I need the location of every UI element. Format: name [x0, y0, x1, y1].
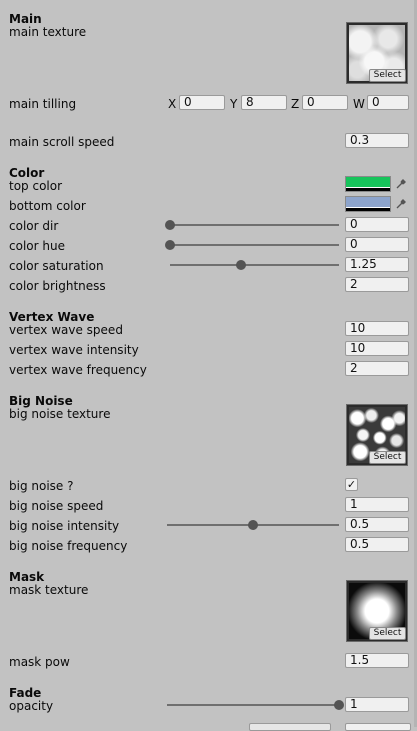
big-noise-texture-select-button[interactable]: Select — [369, 451, 406, 464]
color-hue-label: color hue — [9, 239, 65, 253]
opacity-slider-track[interactable] — [167, 704, 339, 706]
color-hue-slider-track[interactable] — [170, 244, 339, 246]
big-noise-speed-field[interactable]: 1 — [345, 497, 409, 512]
opacity-label: opacity — [9, 699, 54, 713]
top-color-label: top color — [9, 179, 63, 193]
big-noise-toggle-label: big noise ? — [9, 479, 74, 493]
vertex-wave-intensity-label: vertex wave intensity — [9, 343, 139, 357]
checkmark-icon: ✓ — [346, 478, 357, 491]
bottom-color-alpha-bar — [346, 208, 390, 211]
vertex-wave-frequency-label: vertex wave frequency — [9, 363, 147, 377]
vertex-wave-speed-field[interactable]: 10 — [345, 321, 409, 336]
top-color-fill — [346, 177, 390, 187]
main-section-header: Main — [9, 12, 42, 26]
eyedropper-icon[interactable] — [393, 176, 409, 192]
bottom-color-swatch[interactable] — [345, 196, 391, 212]
color-saturation-slider-thumb[interactable] — [235, 260, 246, 270]
tilling-w-axis-label: W — [353, 97, 365, 111]
main-scroll-speed-field[interactable]: 0.3 — [345, 133, 409, 148]
mask-section-header: Mask — [9, 570, 45, 584]
bottom-color-fill — [346, 197, 390, 207]
color-dir-label: color dir — [9, 219, 59, 233]
big-noise-texture-label: big noise texture — [9, 407, 111, 421]
fade-section-header: Fade — [9, 686, 42, 700]
big-noise-frequency-field[interactable]: 0.5 — [345, 537, 409, 552]
mask-texture-label: mask texture — [9, 583, 89, 597]
big-noise-intensity-slider-thumb[interactable] — [248, 520, 258, 530]
color-hue-field[interactable]: 0 — [345, 237, 409, 252]
mask-pow-field[interactable]: 1.5 — [345, 653, 409, 668]
tilling-x-axis-label: X — [168, 97, 177, 111]
eyedropper-icon[interactable] — [393, 196, 409, 212]
next-row-field[interactable] — [345, 723, 411, 731]
main-tilling-label: main tilling — [9, 97, 77, 111]
tilling-x-field[interactable]: 0 — [179, 95, 225, 110]
vertex-wave-section-header: Vertex Wave — [9, 310, 95, 324]
opacity-slider-thumb[interactable] — [334, 700, 344, 710]
vertex-wave-speed-label: vertex wave speed — [9, 323, 123, 337]
opacity-field[interactable]: 1 — [345, 697, 409, 712]
mask-texture-slot[interactable]: Select — [346, 580, 408, 642]
big-noise-section-header: Big Noise — [9, 394, 73, 408]
color-brightness-field[interactable]: 2 — [345, 277, 409, 292]
big-noise-speed-label: big noise speed — [9, 499, 104, 513]
tilling-y-axis-label: Y — [230, 97, 238, 111]
big-noise-frequency-label: big noise frequency — [9, 539, 128, 553]
main-texture-select-button[interactable]: Select — [369, 69, 406, 82]
color-saturation-label: color saturation — [9, 259, 104, 273]
color-saturation-slider-track[interactable] — [170, 264, 339, 266]
main-scroll-speed-label: main scroll speed — [9, 135, 115, 149]
color-brightness-label: color brightness — [9, 279, 106, 293]
tilling-y-field[interactable]: 8 — [241, 95, 287, 110]
color-dir-slider-thumb[interactable] — [165, 220, 175, 230]
big-noise-toggle-checkbox[interactable]: ✓ — [345, 478, 358, 491]
tilling-z-axis-label: Z — [291, 97, 300, 111]
bottom-color-label: bottom color — [9, 199, 86, 213]
main-texture-label: main texture — [9, 25, 87, 39]
color-dir-field[interactable]: 0 — [345, 217, 409, 232]
top-color-swatch[interactable] — [345, 176, 391, 192]
big-noise-intensity-field[interactable]: 0.5 — [345, 517, 409, 532]
big-noise-intensity-label: big noise intensity — [9, 519, 120, 533]
mask-pow-label: mask pow — [9, 655, 70, 669]
mask-texture-select-button[interactable]: Select — [369, 627, 406, 640]
color-dir-slider-track[interactable] — [170, 224, 339, 226]
color-saturation-field[interactable]: 1.25 — [345, 257, 409, 272]
tilling-z-field[interactable]: 0 — [302, 95, 348, 110]
vertex-wave-intensity-field[interactable]: 10 — [345, 341, 409, 356]
next-row-control[interactable] — [249, 723, 331, 731]
big-noise-texture-slot[interactable]: Select — [346, 404, 408, 466]
top-color-alpha-bar — [346, 188, 390, 191]
vertex-wave-frequency-field[interactable]: 2 — [345, 361, 409, 376]
tilling-w-field[interactable]: 0 — [367, 95, 409, 110]
main-texture-slot[interactable]: Select — [346, 22, 408, 84]
color-hue-slider-thumb[interactable] — [165, 240, 175, 250]
color-section-header: Color — [9, 166, 45, 180]
